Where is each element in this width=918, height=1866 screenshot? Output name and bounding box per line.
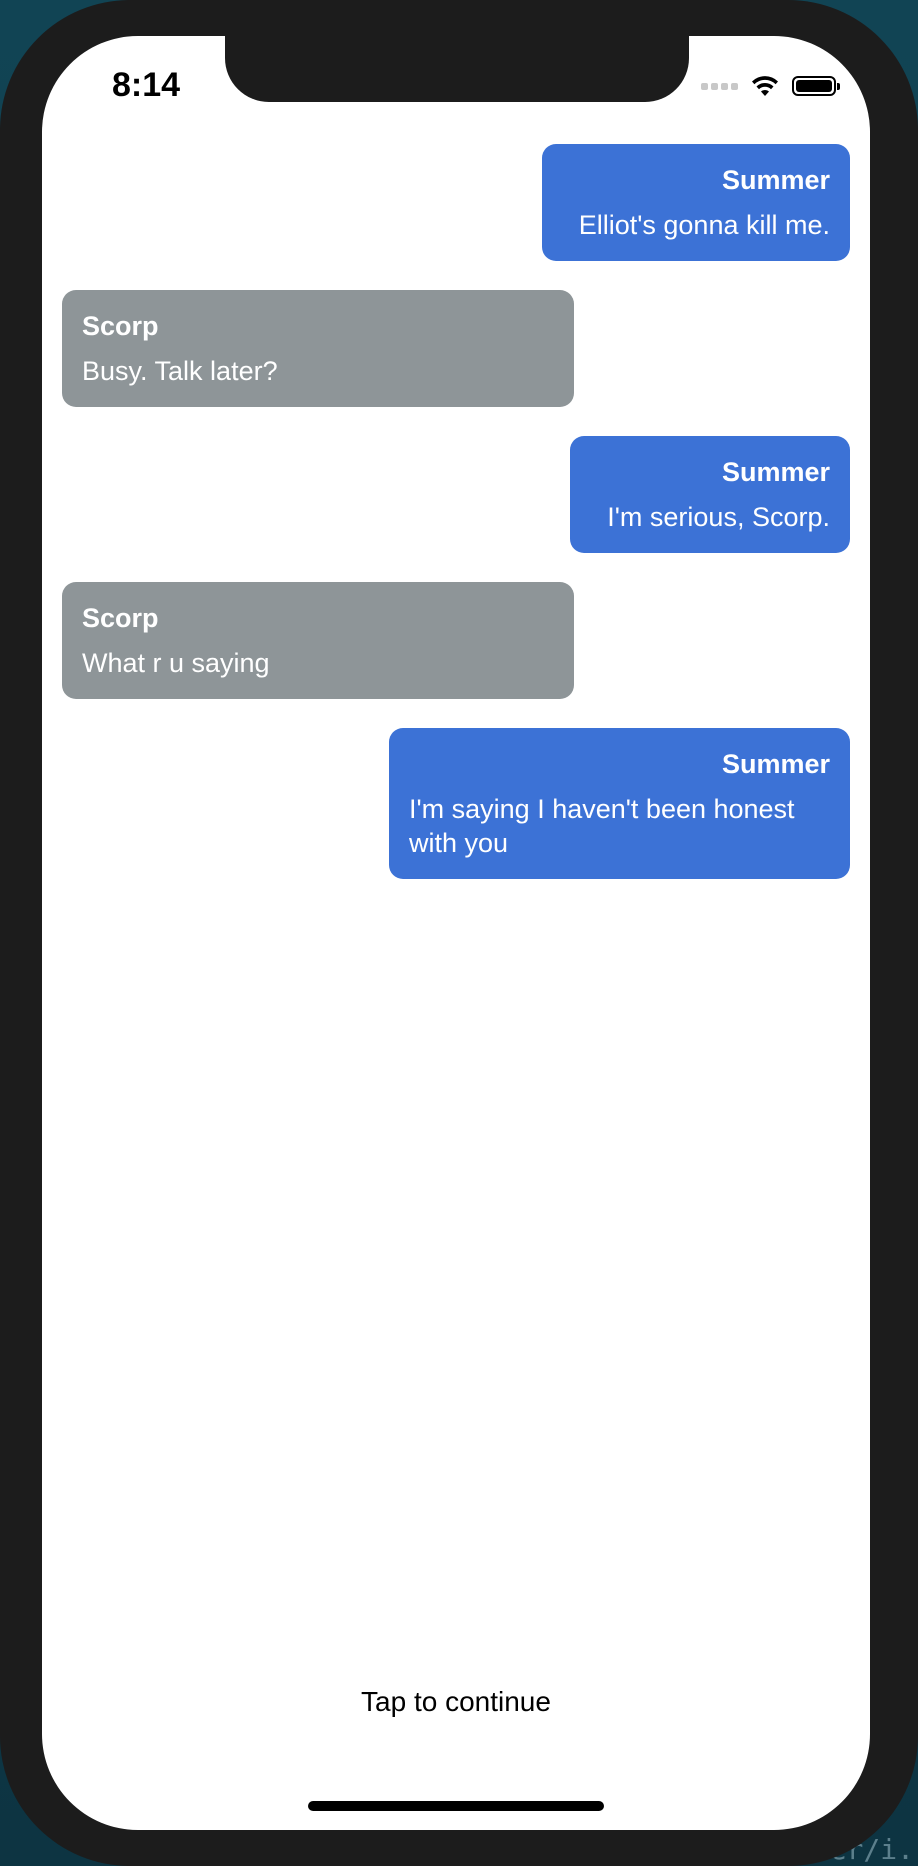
message-text: I'm serious, Scorp.	[607, 502, 830, 532]
message-sender: Scorp	[82, 311, 159, 341]
message-sender: Scorp	[82, 603, 159, 633]
message-text: What r u saying	[82, 648, 270, 678]
message-sender: Summer	[721, 457, 830, 487]
message-bubble-received: Scorp Busy. Talk later?	[62, 290, 574, 407]
message-text: I'm saying I haven't been honest with yo…	[409, 794, 795, 858]
message-bubble-received: Scorp What r u saying	[62, 582, 574, 699]
device-notch	[225, 36, 689, 102]
message-bubble-sent: Summer I'm serious, Scorp.	[570, 436, 850, 553]
message-bubble-sent: Summer Elliot's gonna kill me.	[542, 144, 850, 261]
message-sender: Summer	[721, 165, 830, 195]
message-bubble-sent: Summer I'm saying I haven't been honest …	[389, 728, 850, 879]
message-sender: Summer	[721, 749, 830, 779]
app-screen[interactable]: 8:14 Summer Elliot's gonna kill me. Scor…	[42, 36, 870, 1830]
message-text: Elliot's gonna kill me.	[578, 210, 830, 240]
wifi-icon	[752, 76, 778, 96]
tap-to-continue-prompt[interactable]: Tap to continue	[42, 1686, 870, 1718]
status-bar-icons	[701, 74, 840, 98]
message-list: Summer Elliot's gonna kill me. Scorp Bus…	[62, 144, 850, 879]
device-frame: 8:14 Summer Elliot's gonna kill me. Scor…	[0, 0, 918, 1866]
battery-icon	[792, 76, 840, 96]
status-bar-time: 8:14	[112, 66, 181, 104]
cellular-signal-icon	[701, 82, 738, 90]
home-indicator[interactable]	[308, 1801, 604, 1811]
message-text: Busy. Talk later?	[82, 356, 278, 386]
